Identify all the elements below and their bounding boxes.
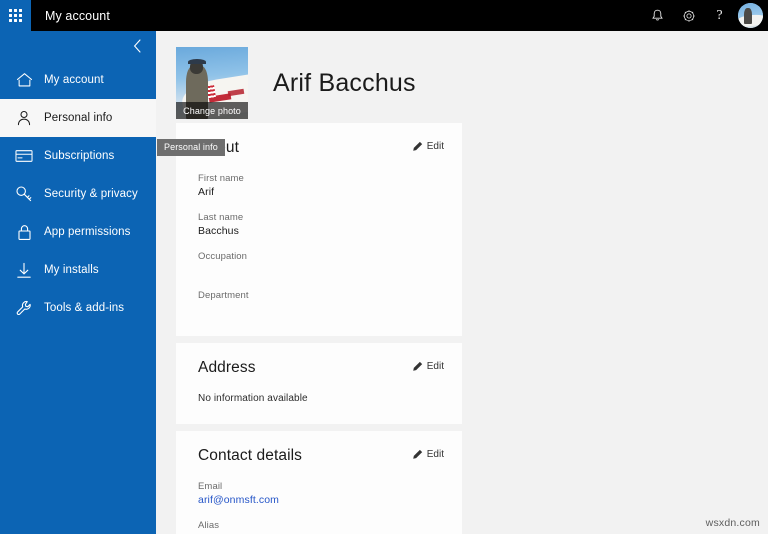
contact-details-card: Contact details Edit Email arif@onmsft.c… bbox=[176, 431, 462, 534]
lock-icon bbox=[10, 224, 38, 241]
field-value: Arif bbox=[198, 186, 215, 198]
avatar[interactable] bbox=[738, 3, 763, 28]
chevron-left-icon bbox=[133, 39, 141, 53]
sidebar-item-label: App permissions bbox=[44, 226, 131, 238]
sidebar: My account Personal info Subscriptions S… bbox=[0, 31, 156, 534]
email-link[interactable]: arif@onmsft.com bbox=[198, 494, 444, 507]
credit-card-icon bbox=[10, 149, 38, 163]
watermark: wsxdn.com bbox=[705, 517, 760, 529]
avatar-person-shape bbox=[744, 7, 752, 24]
address-edit-button[interactable]: Edit bbox=[412, 359, 444, 372]
contact-edit-button[interactable]: Edit bbox=[412, 447, 444, 460]
profile-header: Change photo Arif Bacchus bbox=[156, 31, 768, 123]
field-email: Email arif@onmsft.com bbox=[198, 481, 444, 507]
pencil-icon bbox=[412, 361, 422, 371]
home-icon bbox=[10, 72, 38, 88]
field-label: Occupation bbox=[198, 251, 248, 262]
wrench-icon bbox=[10, 300, 38, 317]
field-value bbox=[198, 264, 444, 277]
main-content: Change photo Arif Bacchus About Edit F bbox=[156, 31, 768, 534]
my-account-app: My account ? My account Personal info Su… bbox=[0, 0, 768, 534]
contact-card-title: Contact details bbox=[198, 447, 303, 464]
field-label: Email bbox=[198, 481, 223, 492]
sidebar-item-tools-add-ins[interactable]: Tools & add-ins bbox=[0, 289, 156, 327]
field-last-name: Last name Bacchus bbox=[198, 212, 444, 238]
suite-bar: My account ? bbox=[0, 0, 768, 31]
field-label: Alias bbox=[198, 520, 220, 531]
notifications-button[interactable] bbox=[642, 0, 673, 31]
pencil-icon bbox=[412, 141, 422, 151]
sidebar-item-my-installs[interactable]: My installs bbox=[0, 251, 156, 289]
suite-bar-actions: ? bbox=[642, 0, 768, 31]
sidebar-item-personal-info[interactable]: Personal info bbox=[0, 99, 156, 137]
sidebar-item-label: Subscriptions bbox=[44, 150, 115, 162]
sidebar-item-label: Tools & add-ins bbox=[44, 302, 125, 314]
sidebar-item-label: My account bbox=[44, 74, 104, 86]
address-card-header: Address Edit bbox=[198, 359, 444, 377]
waffle-icon bbox=[9, 9, 22, 22]
address-card: Address Edit No information available bbox=[176, 343, 462, 424]
field-value bbox=[198, 303, 444, 316]
change-photo-button[interactable]: Change photo bbox=[176, 102, 248, 119]
sidebar-item-label: Personal info bbox=[44, 112, 113, 124]
contact-edit-label: Edit bbox=[426, 449, 444, 460]
field-department: Department bbox=[198, 290, 444, 316]
field-occupation: Occupation bbox=[198, 251, 444, 277]
sidebar-item-label: Security & privacy bbox=[44, 188, 138, 200]
question-mark-icon: ? bbox=[716, 7, 723, 23]
sidebar-item-label: My installs bbox=[44, 264, 99, 276]
field-label: Department bbox=[198, 290, 249, 301]
sidebar-item-subscriptions[interactable]: Subscriptions bbox=[0, 137, 156, 175]
bell-icon bbox=[652, 9, 663, 21]
download-icon bbox=[10, 262, 38, 279]
field-alias: Alias arif bbox=[198, 520, 444, 534]
suite-title: My account bbox=[45, 8, 110, 23]
photo-person-cap bbox=[188, 58, 206, 65]
pencil-icon bbox=[412, 449, 422, 459]
field-label: Last name bbox=[198, 212, 244, 223]
page-title: Arif Bacchus bbox=[273, 68, 416, 97]
sidebar-item-security-privacy[interactable]: Security & privacy bbox=[0, 175, 156, 213]
person-icon bbox=[10, 110, 38, 126]
about-edit-label: Edit bbox=[426, 141, 444, 152]
address-card-title: Address bbox=[198, 359, 256, 376]
field-first-name: First name Arif bbox=[198, 173, 444, 199]
address-empty-text: No information available bbox=[198, 393, 308, 404]
sidebar-item-my-account[interactable]: My account bbox=[0, 61, 156, 99]
app-launcher-button[interactable] bbox=[0, 0, 31, 31]
about-edit-button[interactable]: Edit bbox=[412, 139, 444, 152]
contact-card-header: Contact details Edit bbox=[198, 447, 444, 465]
field-label: First name bbox=[198, 173, 244, 184]
address-edit-label: Edit bbox=[426, 361, 444, 372]
sidebar-tooltip: Personal info bbox=[157, 139, 225, 156]
settings-button[interactable] bbox=[673, 0, 704, 31]
profile-photo[interactable]: Change photo bbox=[176, 47, 248, 119]
sidebar-item-app-permissions[interactable]: App permissions bbox=[0, 213, 156, 251]
sidebar-collapse-button[interactable] bbox=[0, 31, 156, 61]
info-cards: About Edit First name Arif Last name Bac… bbox=[176, 123, 462, 534]
about-card-header: About Edit bbox=[198, 139, 444, 157]
key-icon bbox=[10, 185, 38, 203]
field-value: Bacchus bbox=[198, 225, 239, 237]
gear-icon bbox=[682, 9, 695, 22]
help-button[interactable]: ? bbox=[704, 0, 735, 31]
